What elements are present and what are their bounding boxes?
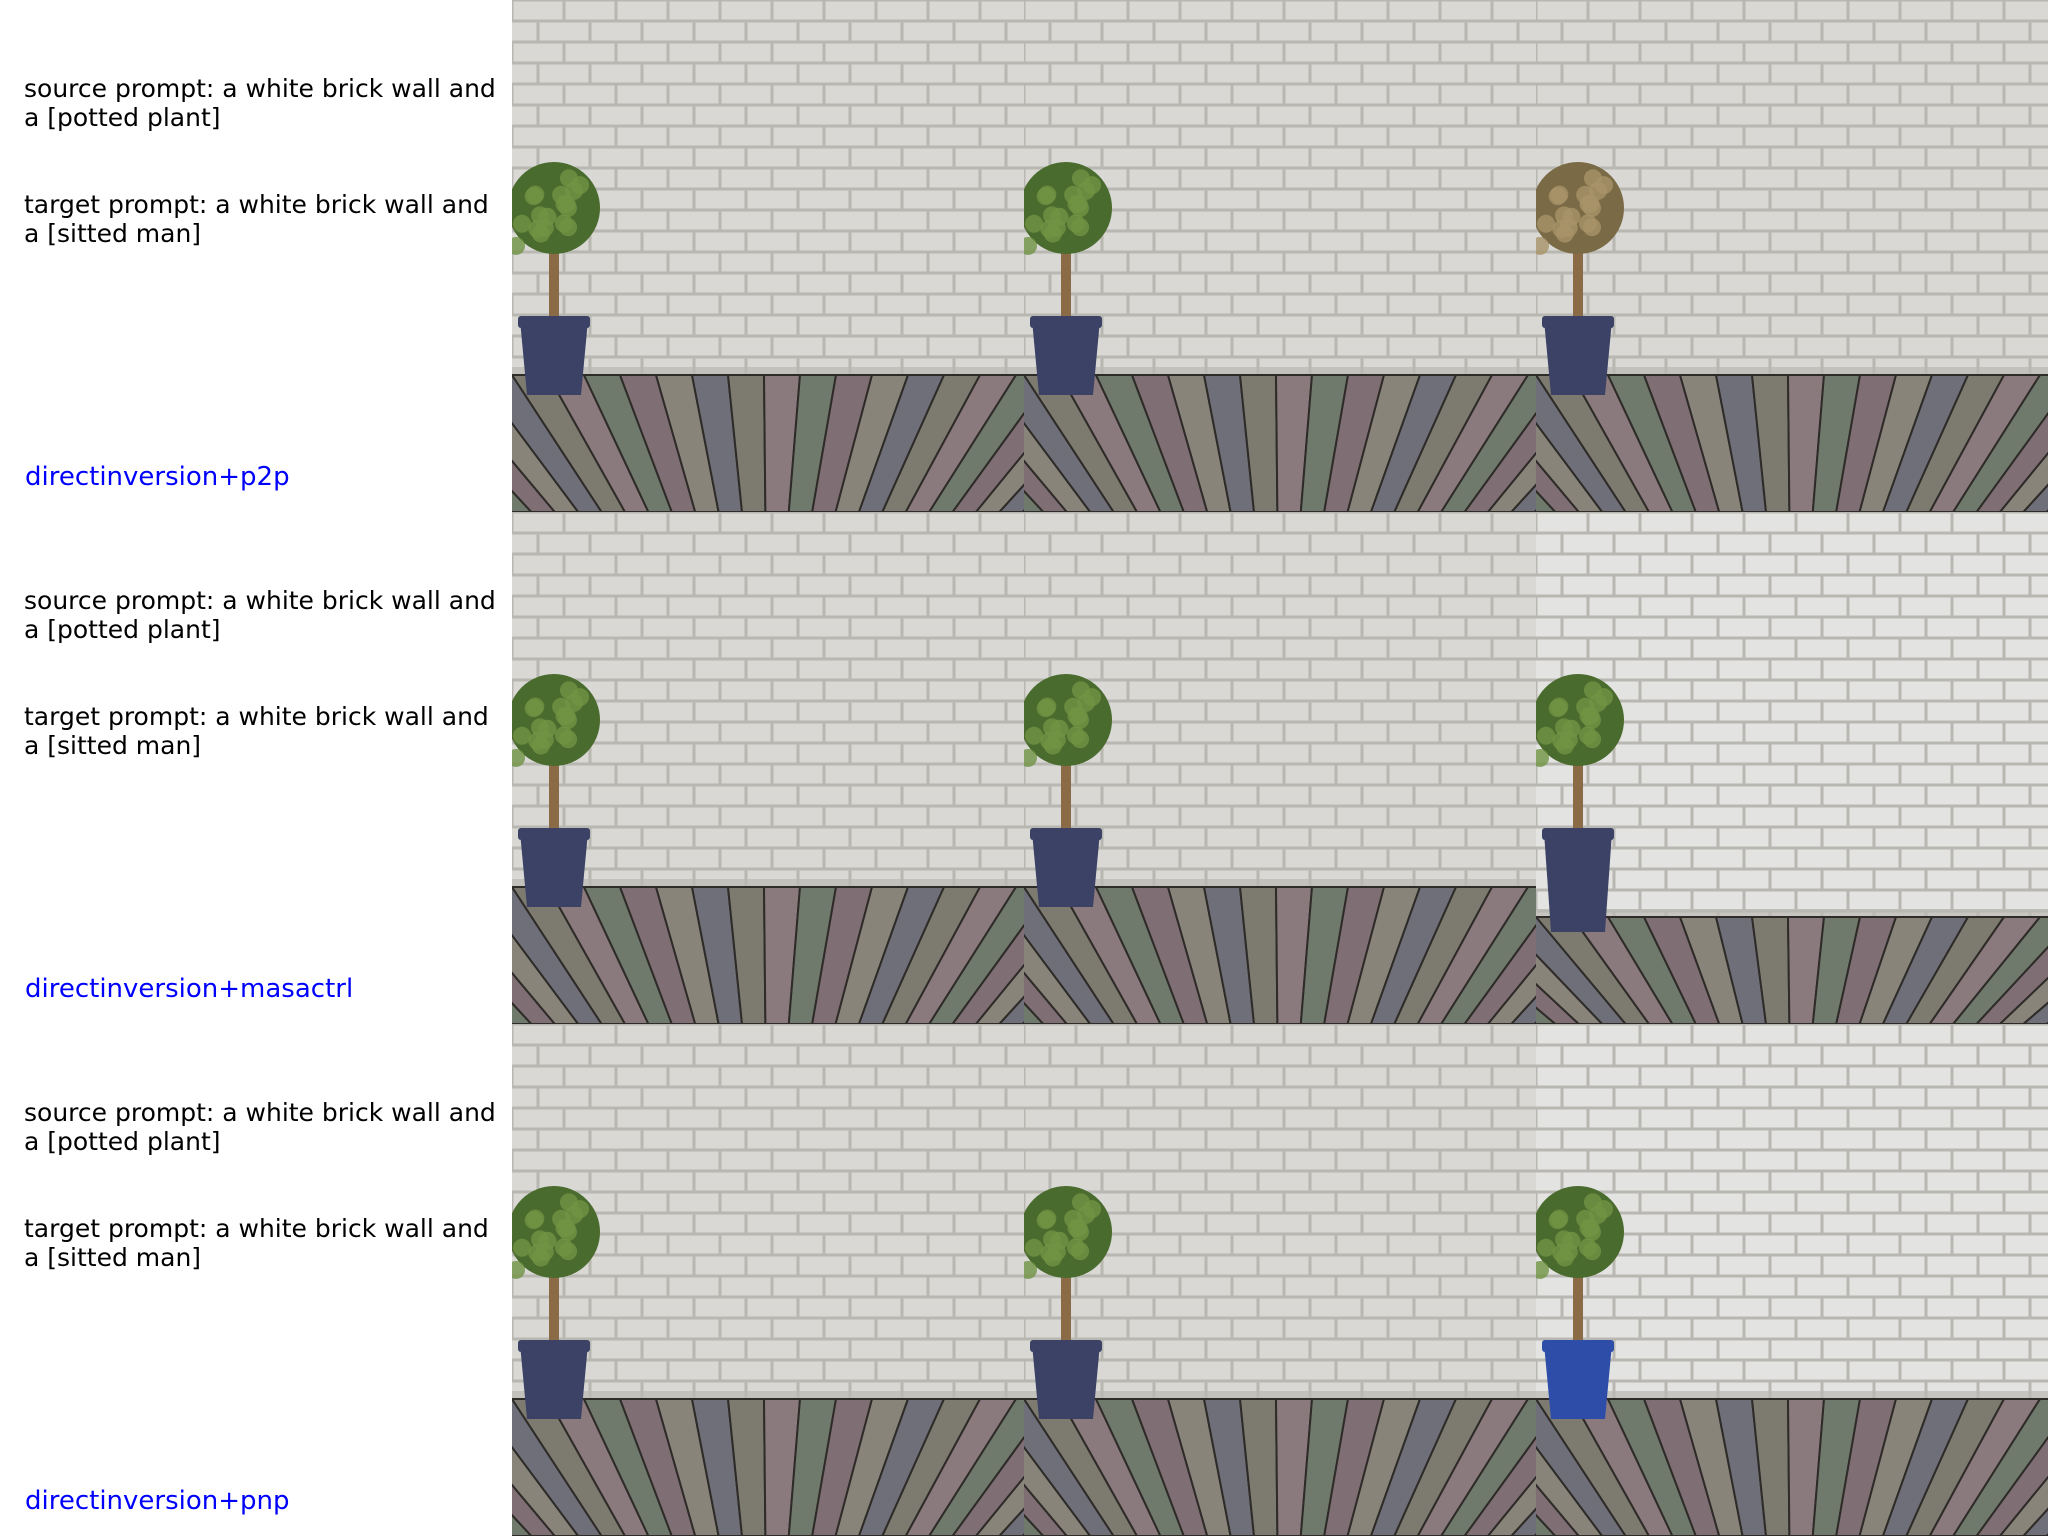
- result-row: source prompt: a white brick wall and a …: [0, 1024, 2048, 1536]
- source-image: [512, 0, 1024, 512]
- row-label-panel: source prompt: a white brick wall and a …: [0, 0, 512, 512]
- reconstruction-image: [1024, 512, 1536, 1024]
- target-prompt: target prompt: a white brick wall and a …: [24, 702, 497, 760]
- reconstruction-image: [1024, 0, 1536, 512]
- source-prompt: source prompt: a white brick wall and a …: [24, 1098, 504, 1156]
- prompt-text: source prompt: a white brick wall and a …: [24, 16, 504, 306]
- source-image: [512, 1024, 1024, 1536]
- method-label: directinversion+p2p: [25, 462, 290, 492]
- row-label-panel: source prompt: a white brick wall and a …: [0, 512, 512, 1024]
- source-prompt: source prompt: a white brick wall and a …: [24, 74, 504, 132]
- edited-image: [1536, 512, 2048, 1024]
- result-row: source prompt: a white brick wall and a …: [0, 0, 2048, 512]
- prompt-text: source prompt: a white brick wall and a …: [24, 528, 504, 818]
- method-label: directinversion+masactrl: [25, 974, 354, 1004]
- result-row: source prompt: a white brick wall and a …: [0, 512, 2048, 1024]
- source-image: [512, 512, 1024, 1024]
- comparison-grid: source prompt: a white brick wall and a …: [0, 0, 2048, 1536]
- edited-image: [1536, 1024, 2048, 1536]
- target-prompt: target prompt: a white brick wall and a …: [24, 190, 497, 248]
- edited-image: [1536, 0, 2048, 512]
- row-label-panel: source prompt: a white brick wall and a …: [0, 1024, 512, 1536]
- source-prompt: source prompt: a white brick wall and a …: [24, 586, 504, 644]
- method-label: directinversion+pnp: [25, 1486, 290, 1516]
- target-prompt: target prompt: a white brick wall and a …: [24, 1214, 497, 1272]
- prompt-text: source prompt: a white brick wall and a …: [24, 1040, 504, 1330]
- reconstruction-image: [1024, 1024, 1536, 1536]
